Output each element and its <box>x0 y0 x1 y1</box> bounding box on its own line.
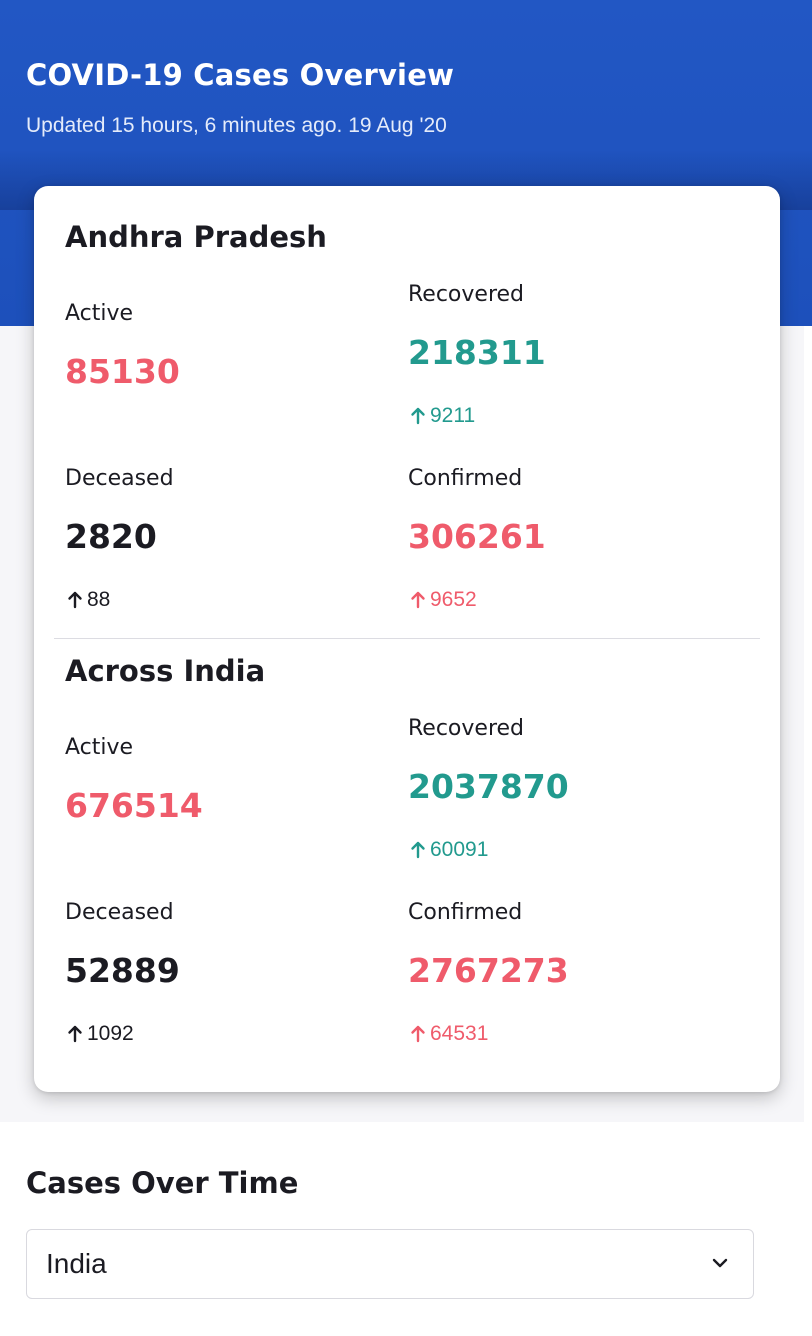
india-deceased-delta: 1092 <box>67 1022 134 1046</box>
stats-card: Andhra Pradesh Active 85130 Recovered 21… <box>34 186 780 1092</box>
arrow-up-icon <box>411 1025 425 1043</box>
arrow-up-icon <box>411 407 425 425</box>
page-title: COVID-19 Cases Overview <box>26 58 455 92</box>
india-recovered-delta: 60091 <box>410 838 488 862</box>
state-confirmed-value: 306261 <box>408 517 546 556</box>
state-deceased-value: 2820 <box>65 517 157 556</box>
india-active-value: 676514 <box>65 786 203 825</box>
india-confirmed-label: Confirmed <box>408 900 523 925</box>
india-confirmed-value: 2767273 <box>408 951 569 990</box>
state-recovered-label: Recovered <box>408 282 525 307</box>
state-confirmed-label: Confirmed <box>408 466 523 491</box>
arrow-up-icon <box>68 591 82 609</box>
state-confirmed-delta: 9652 <box>410 588 477 612</box>
india-recovered-value: 2037870 <box>408 767 569 806</box>
india-deceased-label: Deceased <box>65 900 174 925</box>
region-select[interactable]: India <box>26 1229 754 1299</box>
state-recovered-delta-value: 9211 <box>430 404 476 427</box>
state-deceased-delta-value: 88 <box>87 588 111 611</box>
region-select-value: India <box>46 1248 107 1279</box>
section-divider <box>54 638 760 639</box>
state-active-label: Active <box>65 301 134 326</box>
india-confirmed-delta-value: 64531 <box>430 1022 489 1045</box>
state-confirmed-delta-value: 9652 <box>430 588 477 611</box>
state-active-value: 85130 <box>65 352 180 391</box>
india-title: Across India <box>65 654 266 688</box>
arrow-up-icon <box>68 1025 82 1043</box>
india-recovered-delta-value: 60091 <box>430 838 489 861</box>
chevron-down-icon <box>712 1258 728 1268</box>
arrow-up-icon <box>411 591 425 609</box>
updated-timestamp: Updated 15 hours, 6 minutes ago. 19 Aug … <box>26 114 447 137</box>
india-deceased-delta-value: 1092 <box>87 1022 134 1045</box>
state-recovered-value: 218311 <box>408 333 546 372</box>
arrow-up-icon <box>411 841 425 859</box>
india-deceased-value: 52889 <box>65 951 180 990</box>
india-active-label: Active <box>65 735 134 760</box>
state-title: Andhra Pradesh <box>65 220 327 254</box>
state-deceased-label: Deceased <box>65 466 174 491</box>
india-confirmed-delta: 64531 <box>410 1022 488 1046</box>
cases-over-time-title: Cases Over Time <box>26 1166 299 1200</box>
india-recovered-label: Recovered <box>408 716 525 741</box>
state-recovered-delta: 9211 <box>410 404 475 428</box>
state-deceased-delta: 88 <box>67 588 110 612</box>
